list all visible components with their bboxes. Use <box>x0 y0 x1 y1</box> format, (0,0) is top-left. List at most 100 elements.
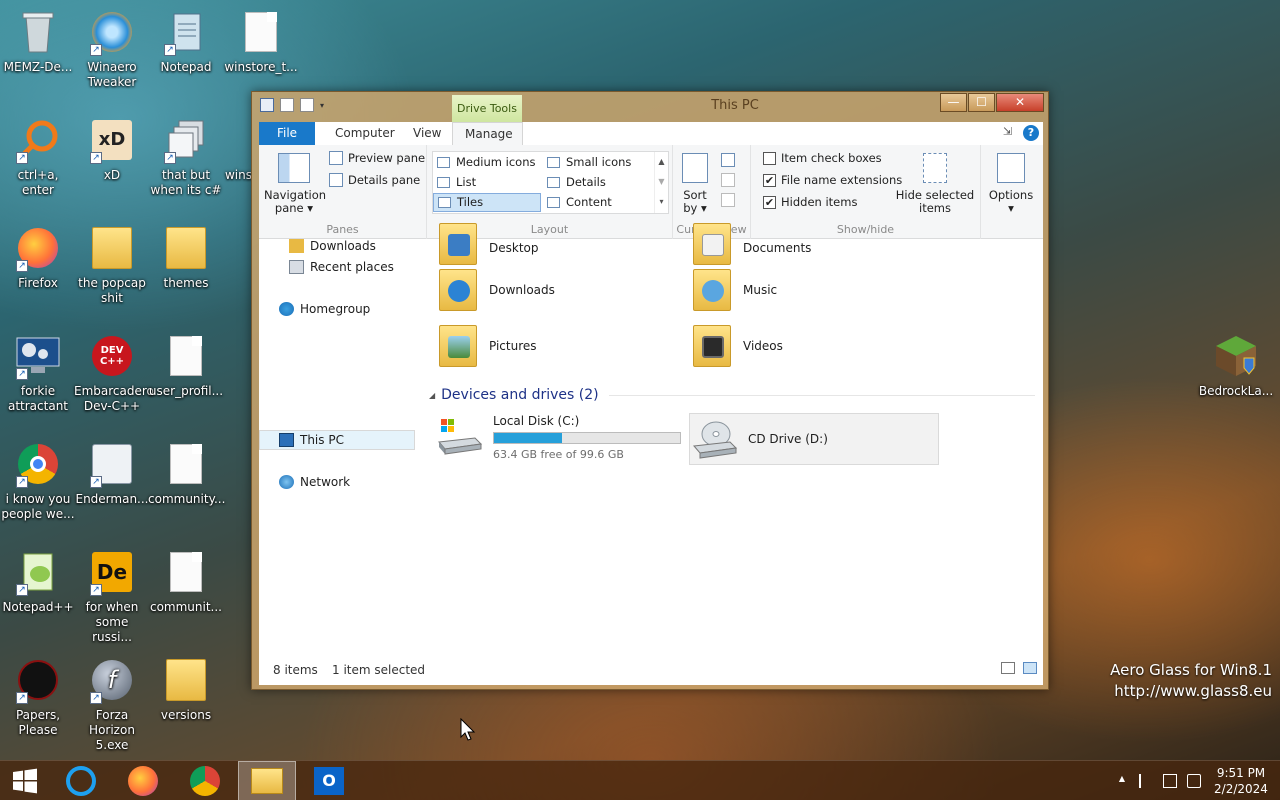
desktop-icon-russi[interactable]: De ↗ for when some russi... <box>74 548 150 645</box>
tab-file[interactable]: File <box>259 122 315 145</box>
desktop-icon-notepad-plus-plus[interactable]: ↗ Notepad++ <box>0 548 76 615</box>
options-button[interactable]: Options ▾ <box>985 153 1037 215</box>
tab-computer[interactable]: Computer <box>323 122 407 145</box>
desktop-icon-notepad[interactable]: ↗ Notepad <box>148 8 224 75</box>
cd-drive-icon <box>692 418 738 460</box>
layout-tiles[interactable]: Tiles <box>433 193 541 212</box>
details-view-icon[interactable] <box>1001 662 1015 674</box>
network-status-icon[interactable] <box>1163 774 1177 788</box>
desktop-icon-chrome[interactable]: ↗ i know you people we... <box>0 440 76 522</box>
mouse-cursor-icon <box>460 717 476 745</box>
layout-small-icons[interactable]: Small icons <box>543 153 651 172</box>
folder-tile-downloads[interactable]: Downloads <box>439 265 689 315</box>
details-pane-button[interactable]: Details pane <box>329 173 420 187</box>
desktop-icon-memz[interactable]: MEMZ-De... <box>0 8 76 75</box>
sort-by-button[interactable]: Sort by ▾ <box>677 153 713 215</box>
action-center-flag-icon[interactable] <box>1139 774 1153 788</box>
preview-pane-button[interactable]: Preview pane <box>329 151 425 165</box>
collapse-triangle-icon[interactable]: ◢ <box>429 391 435 400</box>
taskbar-file-explorer[interactable] <box>238 761 296 800</box>
gallery-more-icon[interactable]: ▾ <box>655 192 668 212</box>
desktop-icon-wins[interactable]: wins <box>212 116 252 183</box>
start-button[interactable] <box>0 761 50 800</box>
minimize-ribbon-icon[interactable]: ⇲ <box>1003 125 1017 138</box>
desktop-icon-papers-please[interactable]: ↗ Papers, Please <box>0 656 76 738</box>
nav-item-downloads[interactable]: Downloads <box>289 236 445 256</box>
folder-tile-videos[interactable]: Videos <box>693 321 943 371</box>
layout-content[interactable]: Content <box>543 193 651 212</box>
desktop-icon-versions[interactable]: versions <box>148 656 224 723</box>
desktop-icon-forkie[interactable]: ↗ forkie attractant <box>0 332 76 414</box>
partial-icon <box>217 116 247 164</box>
show-hidden-icons-button[interactable]: ▲ <box>1115 774 1129 788</box>
desktop-icon-firefox[interactable]: ↗ Firefox <box>0 224 76 291</box>
selection-count: 1 item selected <box>332 663 426 677</box>
desktop-icon-user-profil[interactable]: user_profil... <box>148 332 224 399</box>
desktop-icon-winstore[interactable]: winstore_t... <box>223 8 299 75</box>
hide-selected-items-button[interactable]: Hide selected items <box>895 153 975 215</box>
title-bar[interactable]: ▾ Drive Tools This PC — ☐ ✕ <box>252 92 1048 122</box>
scroll-down-icon[interactable]: ▼ <box>655 172 668 192</box>
clock[interactable]: 9:51 PM 2/2/2024 <box>1206 765 1276 797</box>
navigation-pane-button[interactable]: Navigation pane ▾ <box>264 153 326 215</box>
medium-icons-icon <box>437 157 450 168</box>
group-by-icon[interactable] <box>721 153 735 167</box>
folder-tile-documents[interactable]: Documents <box>693 219 943 269</box>
volume-muted-icon[interactable] <box>1187 774 1201 788</box>
tab-view[interactable]: View <box>401 122 453 145</box>
nav-item-recent-places[interactable]: Recent places <box>289 257 445 277</box>
devices-and-drives-header[interactable]: ◢ Devices and drives (2) <box>429 385 1035 405</box>
desktop-icon-bedrock[interactable]: BedrockLa... <box>1198 332 1274 399</box>
folder-tile-desktop[interactable]: Desktop <box>439 219 689 269</box>
add-columns-icon[interactable] <box>721 173 735 187</box>
folder-tile-pictures[interactable]: Pictures <box>439 321 689 371</box>
desktop-icon-enderman[interactable]: ↗ Enderman... <box>74 440 150 507</box>
drive-tile-cd-drive-d[interactable]: CD Drive (D:) <box>689 413 939 465</box>
firefox-icon: ↗ <box>14 224 62 272</box>
nav-item-homegroup[interactable]: Homegroup <box>279 299 435 319</box>
desktop-icon-winaero[interactable]: ↗ Winaero Tweaker <box>74 8 150 90</box>
help-icon[interactable]: ? <box>1023 125 1039 141</box>
desktop-icon-dev-cpp[interactable]: DEV C++ Embarcadero Dev-C++ <box>74 332 154 414</box>
layout-gallery-scroll[interactable]: ▲ ▼ ▾ <box>654 152 668 213</box>
layout-medium-icons[interactable]: Medium icons <box>433 153 541 172</box>
minimize-button[interactable]: — <box>940 93 967 112</box>
file-name-extensions-checkbox[interactable]: ✔ File name extensions <box>763 173 902 187</box>
file-explorer-window: ▾ Drive Tools This PC — ☐ ✕ File Compute… <box>251 91 1049 690</box>
large-icons-view-icon[interactable] <box>1023 662 1037 674</box>
desktop-icon-ctrl-a-enter[interactable]: ↗ ctrl+a, enter <box>0 116 76 198</box>
taskbar-internet-explorer[interactable] <box>52 761 110 800</box>
taskbar-chrome[interactable] <box>176 761 234 800</box>
network-icon <box>279 475 294 489</box>
folder-tile-music[interactable]: Music <box>693 265 943 315</box>
close-button[interactable]: ✕ <box>996 93 1044 112</box>
desktop-icon-community-1[interactable]: community... <box>148 440 225 507</box>
desktop-icon-themes[interactable]: themes <box>148 224 224 291</box>
chrome-icon: ↗ <box>14 440 62 488</box>
nav-item-this-pc[interactable]: This PC <box>259 430 415 450</box>
shortcut-arrow-icon: ↗ <box>90 584 102 596</box>
document-icon <box>162 548 210 596</box>
maximize-button[interactable]: ☐ <box>968 93 995 112</box>
taskbar-outlook[interactable]: O <box>300 761 358 800</box>
shortcut-arrow-icon: ↗ <box>16 584 28 596</box>
drive-tile-local-disk-c[interactable]: Local Disk (C:) 63.4 GB free of 99.6 GB <box>437 411 689 463</box>
documents-folder-icon <box>693 223 731 265</box>
taskbar-firefox[interactable] <box>114 761 172 800</box>
layout-list[interactable]: List <box>433 173 541 192</box>
item-check-boxes-checkbox[interactable]: Item check boxes <box>763 151 882 165</box>
window-controls: — ☐ ✕ <box>939 93 1044 112</box>
tab-manage[interactable]: Manage <box>452 122 523 145</box>
desktop-icon-community-2[interactable]: communit... <box>148 548 224 615</box>
layout-details[interactable]: Details <box>543 173 651 192</box>
desktop-icon-forza[interactable]: f ↗ Forza Horizon 5.exe <box>74 656 150 753</box>
papers-please-icon: ↗ <box>14 656 62 704</box>
size-columns-icon[interactable] <box>721 193 735 207</box>
desktop-icon-popcap[interactable]: the popcap shit <box>74 224 150 306</box>
hidden-items-checkbox[interactable]: ✔ Hidden items <box>763 195 857 209</box>
nav-item-network[interactable]: Network <box>279 472 435 492</box>
scroll-up-icon[interactable]: ▲ <box>655 152 668 172</box>
text-document-icon <box>237 8 285 56</box>
desktop-icon-xd[interactable]: xD ↗ xD <box>74 116 150 183</box>
taskbar: O ▲ 9:51 PM 2/2/2024 <box>0 760 1280 800</box>
